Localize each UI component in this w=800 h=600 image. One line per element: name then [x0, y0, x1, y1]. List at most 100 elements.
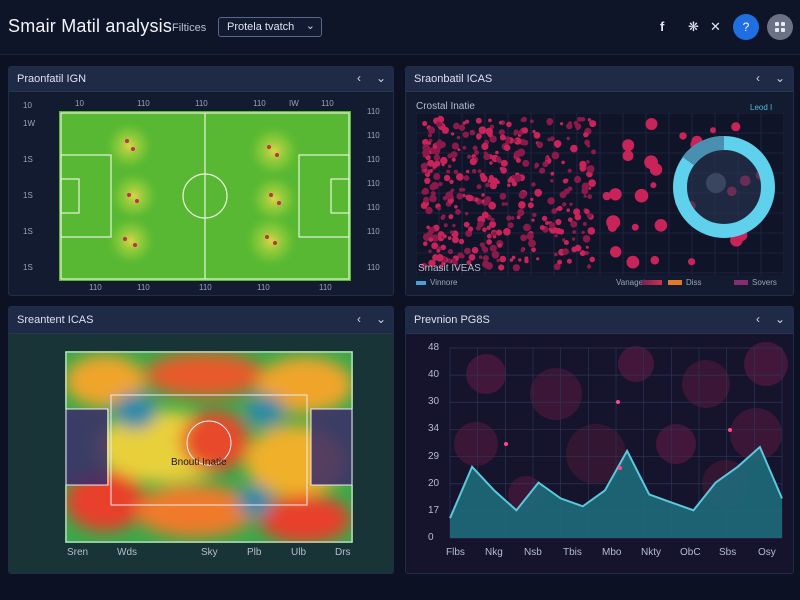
scatter-point — [499, 255, 507, 263]
scatter-point — [429, 169, 433, 173]
match-select[interactable]: Protela tvatch ⌄ — [218, 17, 322, 37]
y-tick: 17 — [428, 504, 440, 516]
scatter-point — [547, 197, 555, 205]
scatter-point — [530, 197, 534, 202]
scatter-point — [650, 255, 660, 265]
settings-icon[interactable]: ❋ — [688, 19, 699, 35]
scatter-point — [452, 223, 456, 228]
scatter-point — [498, 129, 505, 136]
scatter-point — [513, 138, 517, 142]
scatter-point — [582, 222, 587, 226]
legend-item: Sovers — [752, 278, 777, 287]
scatter-point — [495, 156, 501, 162]
scatter-point — [526, 232, 534, 240]
legend-swatch — [734, 280, 748, 285]
chevron-down-icon[interactable]: ⌄ — [775, 71, 785, 85]
scatter-point — [422, 144, 428, 151]
scatter-point — [466, 169, 470, 174]
highlight-point — [728, 428, 732, 432]
x-tick: Nkty — [641, 547, 661, 558]
scatter-point — [435, 121, 442, 127]
scatter-point — [490, 217, 495, 222]
corner-label: Leod I — [750, 103, 773, 112]
scatter-point — [482, 227, 487, 233]
scatter-point — [423, 241, 428, 246]
scatter-point — [433, 173, 441, 180]
scatter-point — [451, 132, 455, 136]
scatter-point — [462, 145, 467, 150]
facebook-icon[interactable]: f — [660, 19, 664, 34]
scatter-point — [513, 132, 517, 136]
bottom-tick: 110 — [89, 283, 102, 292]
scatter-point — [426, 225, 430, 230]
chevron-left-icon[interactable]: ‹ — [756, 312, 760, 326]
panel-header: Sraonbatil ICAS ‹ ⌄ — [406, 67, 793, 92]
help-icon: ? — [742, 20, 750, 34]
scatter-point — [469, 129, 476, 136]
scatter-point — [564, 178, 569, 183]
legend-swatch — [416, 281, 426, 285]
panel-thermal-heatmap: Sreantent ICAS ‹ ⌄ Bnouti Inatie Sren Wd… — [8, 306, 394, 574]
scatter-point — [498, 264, 505, 271]
chevron-left-icon[interactable]: ‹ — [756, 71, 760, 85]
scatter-point — [563, 188, 570, 195]
y-tick: 0 — [428, 532, 434, 543]
scatter-point — [531, 182, 536, 187]
scatter-point — [478, 255, 483, 259]
bottom-tick: 110 — [257, 283, 270, 292]
thermal-heatmap — [65, 351, 353, 543]
apps-button[interactable] — [767, 14, 793, 40]
scatter-point — [562, 248, 569, 255]
scatter-point — [463, 175, 470, 181]
scatter-point — [587, 227, 596, 235]
scatter-point — [462, 131, 469, 138]
help-button[interactable]: ? — [733, 14, 759, 40]
scatter-point — [520, 248, 525, 253]
scatter-point — [506, 215, 512, 221]
scatter-point — [602, 191, 611, 201]
scatter-point — [570, 220, 578, 228]
scatter-point — [544, 156, 549, 160]
scatter-point — [471, 169, 477, 174]
scatter-point — [650, 182, 657, 189]
scatter-point — [688, 258, 696, 266]
y-tick: 20 — [428, 477, 440, 489]
highlight-point — [504, 442, 508, 446]
scatter-point — [458, 124, 466, 131]
scatter-point — [557, 259, 563, 265]
scatter-point — [507, 183, 511, 187]
chevron-left-icon[interactable]: ‹ — [357, 71, 361, 85]
chevron-down-icon[interactable]: ⌄ — [376, 312, 386, 326]
scatter-point — [500, 167, 507, 174]
scatter-point — [679, 132, 687, 140]
panel-title: Praonfatil IGN — [17, 73, 87, 85]
scatter-point — [567, 168, 572, 173]
scatter-point — [451, 236, 459, 244]
y-tick: 29 — [428, 450, 440, 462]
scatter-point — [557, 205, 563, 212]
scatter-point — [514, 150, 522, 158]
close-icon[interactable]: ✕ — [710, 19, 721, 35]
chevron-down-icon[interactable]: ⌄ — [376, 71, 386, 85]
scatter-point — [579, 250, 586, 257]
scatter-point — [431, 182, 438, 188]
scatter-point — [509, 258, 514, 262]
scatter-plot — [416, 113, 784, 275]
scatter-point — [566, 258, 572, 264]
scatter-point — [586, 166, 590, 170]
scatter-point — [542, 161, 549, 168]
scatter-point — [488, 118, 492, 123]
scatter-point — [457, 148, 461, 152]
scatter-point — [530, 119, 534, 123]
scatter-point — [560, 122, 564, 126]
scatter-point — [554, 234, 558, 238]
chevron-down-icon: ⌄ — [305, 20, 315, 32]
scatter-point — [440, 156, 448, 165]
top-tick: IW — [289, 99, 299, 108]
scatter-point — [510, 216, 515, 220]
chevron-down-icon[interactable]: ⌄ — [775, 312, 785, 326]
filters-label[interactable]: Filtices — [172, 22, 206, 34]
scatter-point — [553, 252, 558, 257]
chevron-left-icon[interactable]: ‹ — [357, 312, 361, 326]
scatter-point — [445, 191, 454, 200]
